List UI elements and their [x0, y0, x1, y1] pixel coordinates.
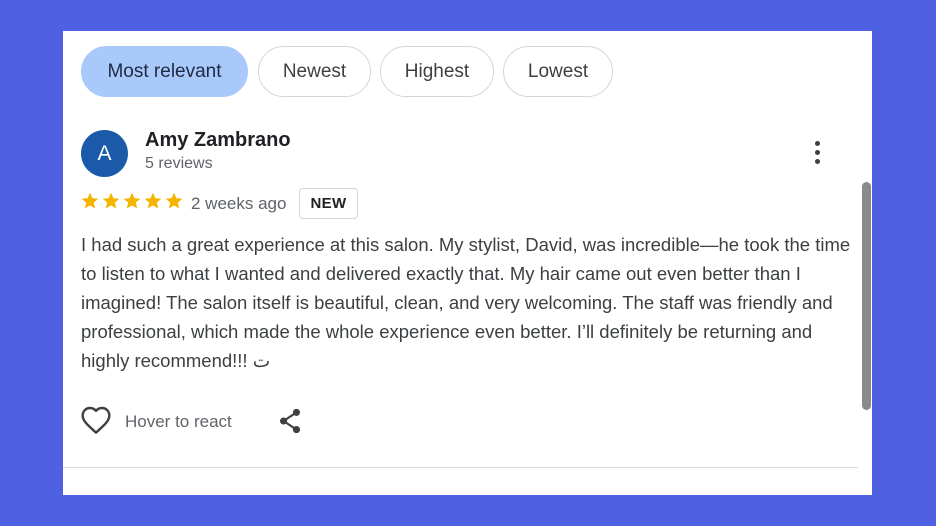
author-review-count: 5 reviews: [145, 155, 213, 172]
avatar[interactable]: A: [81, 130, 128, 177]
sort-chip-label: Highest: [404, 60, 470, 82]
review-text: I had such a great experience at this sa…: [81, 234, 851, 371]
sort-chip-newest[interactable]: Newest: [258, 46, 371, 97]
new-badge: NEW: [299, 188, 358, 219]
share-icon[interactable]: [277, 407, 303, 440]
sort-chip-most-relevant[interactable]: Most relevant: [81, 46, 248, 97]
more-vert-icon-dot: [814, 158, 820, 164]
star-icon: [102, 192, 120, 209]
sort-chip-lowest[interactable]: Lowest: [503, 46, 613, 97]
star-rating: [80, 191, 184, 211]
star-icon: [81, 192, 99, 209]
author-name[interactable]: Amy Zambrano: [145, 129, 291, 152]
react-label[interactable]: Hover to react: [125, 412, 232, 432]
more-options-button[interactable]: [805, 136, 829, 168]
sort-chip-label: Newest: [282, 60, 347, 82]
sort-chip-label: Lowest: [527, 60, 589, 82]
review-divider: [63, 467, 858, 468]
sort-chip-label: Most relevant: [107, 60, 222, 82]
star-icon: [123, 192, 141, 209]
star-icon: [144, 192, 162, 209]
more-vert-icon-dot: [814, 149, 820, 155]
avatar-initial: A: [97, 141, 112, 165]
star-icon: [165, 192, 183, 209]
heart-icon[interactable]: [80, 405, 112, 440]
review-time: 2 weeks ago: [191, 194, 287, 213]
scrollbar[interactable]: [862, 182, 871, 410]
sort-chip-highest[interactable]: Highest: [380, 46, 494, 97]
more-vert-icon: [814, 140, 820, 146]
reviews-panel: Most relevant Newest Highest Lowest A Am…: [63, 31, 872, 495]
